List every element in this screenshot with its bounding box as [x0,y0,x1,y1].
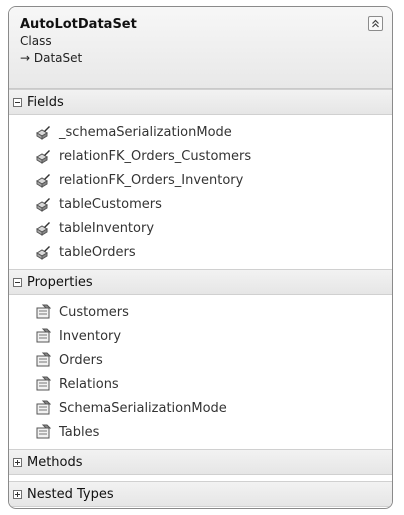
field-icon [36,198,50,212]
expand-plus-icon[interactable] [13,457,22,467]
section-fields-header[interactable]: Fields [9,89,392,115]
property-icon [36,400,51,415]
field-item[interactable]: _schemaSerializationMode [9,120,392,144]
property-icon [36,376,51,391]
collapse-minus-icon[interactable] [13,277,22,287]
collapse-minus-icon[interactable] [13,97,22,107]
field-icon [36,126,50,140]
fields-list: _schemaSerializationMode relationFK_Orde… [9,115,392,269]
expand-plus-icon[interactable] [13,489,22,499]
field-item[interactable]: relationFK_Orders_Inventory [9,168,392,192]
field-label: relationFK_Orders_Customers [59,148,252,164]
field-label: _schemaSerializationMode [59,124,232,140]
field-item[interactable]: tableOrders [9,240,392,264]
field-label: relationFK_Orders_Inventory [59,172,244,188]
property-icon [36,328,51,343]
section-nested-types-header[interactable]: Nested Types [9,481,392,507]
field-icon [36,222,50,236]
section-fields-label: Fields [27,94,64,110]
section-properties-header[interactable]: Properties [9,269,392,295]
class-name: AutoLotDataSet [20,17,137,32]
field-label: tableCustomers [59,196,162,212]
property-item[interactable]: Relations [9,372,392,396]
property-label: SchemaSerializationMode [59,400,227,416]
property-label: Orders [59,352,103,368]
property-label: Customers [59,304,129,320]
property-item[interactable]: Tables [9,420,392,444]
property-label: Relations [59,376,119,392]
field-icon [36,150,50,164]
property-label: Inventory [59,328,122,344]
field-icon [36,174,50,188]
property-item[interactable]: Orders [9,348,392,372]
property-item[interactable]: Customers [9,300,392,324]
field-label: tableOrders [59,244,136,260]
property-icon [36,352,51,367]
collapse-up-icon[interactable] [368,16,383,31]
property-label: Tables [59,424,100,440]
field-item[interactable]: relationFK_Orders_Customers [9,144,392,168]
double-chevron-up-icon [372,19,379,28]
property-icon [36,424,51,439]
field-label: tableInventory [59,220,155,236]
section-methods-header[interactable]: Methods [9,449,392,475]
field-icon [36,246,50,260]
properties-list: Customers Inventory Orders Relations Sch… [9,295,392,449]
class-kind: Class [20,34,52,48]
property-item[interactable]: SchemaSerializationMode [9,396,392,420]
base-class: → DataSet [20,51,83,65]
section-nested-types-label: Nested Types [27,486,114,502]
property-icon [36,304,51,319]
field-item[interactable]: tableCustomers [9,192,392,216]
section-methods-label: Methods [27,454,83,470]
property-item[interactable]: Inventory [9,324,392,348]
field-item[interactable]: tableInventory [9,216,392,240]
section-properties-label: Properties [27,274,93,290]
class-header[interactable]: AutoLotDataSet Class → DataSet [9,7,392,89]
class-diagram-shape[interactable]: AutoLotDataSet Class → DataSet Fields _s… [8,6,393,509]
